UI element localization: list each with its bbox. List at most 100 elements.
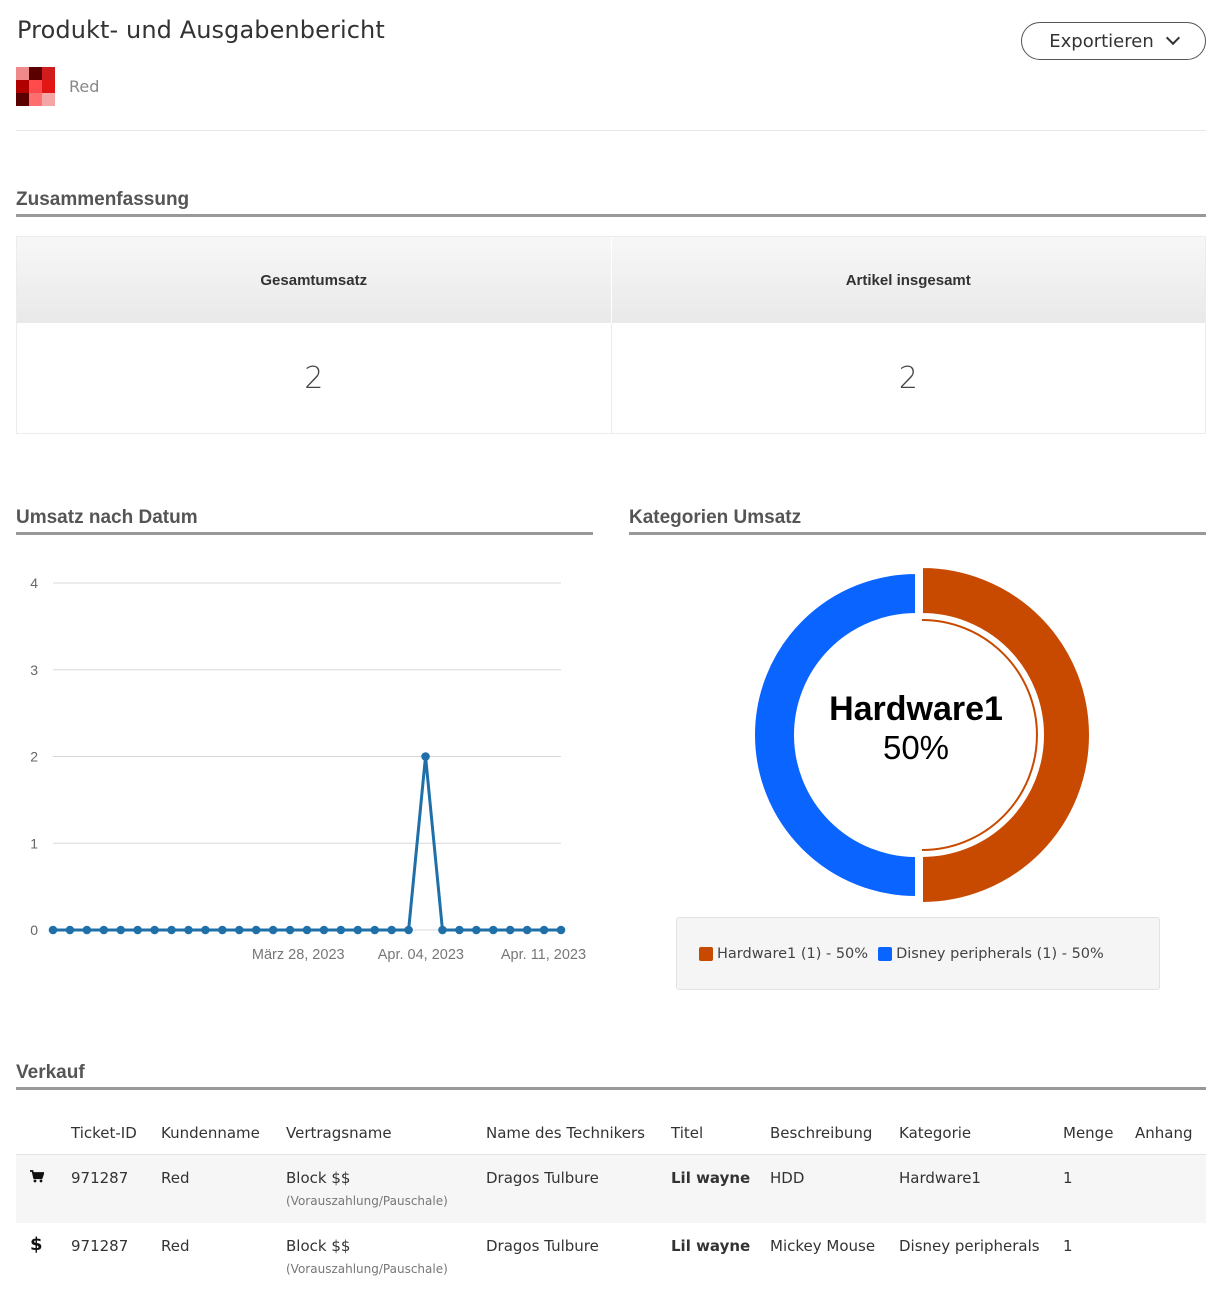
col-header-title[interactable]: Titel xyxy=(671,1112,770,1155)
cell-ticket-id[interactable]: 971287 xyxy=(71,1154,161,1223)
cell-description: Mickey Mouse xyxy=(770,1237,876,1255)
data-point[interactable] xyxy=(539,925,549,935)
legend-label: Disney peripherals (1) - 50% xyxy=(896,945,1104,962)
cell-quantity: 1 xyxy=(1063,1237,1073,1255)
col-header-description[interactable]: Beschreibung xyxy=(770,1112,899,1155)
page-title: Produkt- und Ausgabenbericht xyxy=(17,16,385,44)
donut-center-label: Hardware1 xyxy=(829,690,1003,728)
donut-center-percent: 50% xyxy=(882,729,950,766)
legend-item-disney-peripherals[interactable]: Disney peripherals (1) - 50% xyxy=(878,946,1104,962)
section-title-category-revenue: Kategorien Umsatz xyxy=(629,507,1206,535)
data-point[interactable] xyxy=(184,925,193,935)
data-point[interactable] xyxy=(201,925,210,935)
data-point[interactable] xyxy=(48,925,58,935)
cell-category: Disney peripherals xyxy=(899,1237,1040,1255)
cell-contract: Block $$ (Vorauszahlung/Pauschale) xyxy=(286,1154,486,1223)
col-header-attachment[interactable]: Anhang xyxy=(1135,1112,1206,1155)
cell-technician: Dragos Tulbure xyxy=(486,1237,599,1255)
donut-center: Hardware1 50% xyxy=(796,690,1036,767)
table-header-row: Ticket-ID Kundenname Vertragsname Name d… xyxy=(16,1112,1206,1155)
col-header-contract[interactable]: Vertragsname xyxy=(286,1112,486,1155)
data-point[interactable] xyxy=(421,752,430,761)
data-point[interactable] xyxy=(167,925,176,935)
cell-attachment xyxy=(1135,1154,1206,1223)
table-row[interactable]: $ 971287 Red Block $$ (Vorauszahlung/Pau… xyxy=(16,1223,1206,1292)
col-header-quantity[interactable]: Menge xyxy=(1063,1112,1135,1155)
data-point[interactable] xyxy=(387,925,396,935)
data-point[interactable] xyxy=(438,925,447,935)
avatar-pixel xyxy=(16,80,29,93)
cell-technician: Dragos Tulbure xyxy=(486,1168,599,1187)
y-tick-label: 3 xyxy=(30,662,38,678)
contract-name: Block $$ xyxy=(286,1237,351,1255)
data-point[interactable] xyxy=(150,925,159,935)
cell-customer: Red xyxy=(161,1237,190,1255)
data-point[interactable] xyxy=(116,925,126,935)
avatar-pixel xyxy=(29,93,42,106)
data-point[interactable] xyxy=(370,925,380,935)
data-point[interactable] xyxy=(455,925,464,935)
table-row[interactable]: 971287 Red Block $$ (Vorauszahlung/Pausc… xyxy=(16,1154,1206,1223)
data-point[interactable] xyxy=(522,925,532,935)
avatar xyxy=(16,67,55,106)
data-point[interactable] xyxy=(472,925,481,935)
data-point[interactable] xyxy=(556,925,566,935)
data-point[interactable] xyxy=(285,925,295,935)
avatar-pixel xyxy=(42,93,55,106)
data-point[interactable] xyxy=(251,925,261,935)
customer-name[interactable]: Red xyxy=(69,77,99,96)
avatar-pixel xyxy=(29,67,42,80)
data-point[interactable] xyxy=(99,925,109,935)
cell-description: HDD xyxy=(770,1168,805,1187)
y-tick-label: 1 xyxy=(30,835,38,851)
y-tick-label: 0 xyxy=(30,922,38,938)
data-point[interactable] xyxy=(353,925,363,935)
col-header-ticket-id[interactable]: Ticket-ID xyxy=(71,1112,161,1155)
cell-contract: Block $$ (Vorauszahlung/Pauschale) xyxy=(286,1223,486,1292)
data-point[interactable] xyxy=(234,925,244,935)
data-point[interactable] xyxy=(319,925,329,935)
data-point[interactable] xyxy=(505,925,515,935)
summary-table: Gesamtumsatz Artikel insgesamt 2 2 xyxy=(16,236,1206,434)
data-point[interactable] xyxy=(133,925,142,935)
cell-ticket-id[interactable]: 971287 xyxy=(71,1223,161,1292)
col-header-category[interactable]: Kategorie xyxy=(899,1112,1063,1155)
data-point[interactable] xyxy=(302,925,312,935)
summary-header-total-revenue: Gesamtumsatz xyxy=(17,237,612,323)
cell-attachment xyxy=(1135,1223,1206,1292)
divider xyxy=(16,130,1206,131)
legend-item-hardware1[interactable]: Hardware1 (1) - 50% xyxy=(699,946,868,962)
data-point[interactable] xyxy=(488,925,498,935)
section-title-summary: Zusammenfassung xyxy=(16,189,1206,217)
legend-label: Hardware1 (1) - 50% xyxy=(717,945,869,962)
contract-type: (Vorauszahlung/Pauschale) xyxy=(286,1193,448,1208)
data-point[interactable] xyxy=(65,925,75,935)
export-button[interactable]: Exportieren xyxy=(1021,22,1206,60)
contract-name: Block $$ xyxy=(286,1168,351,1187)
avatar-pixel xyxy=(29,80,42,93)
data-point[interactable] xyxy=(82,925,92,935)
data-point[interactable] xyxy=(218,925,227,935)
cell-title: Lil wayne xyxy=(671,1168,751,1187)
x-tick-label: Apr. 11, 2023 xyxy=(501,947,586,963)
legend-swatch xyxy=(699,946,713,961)
summary-value-total-items: 2 xyxy=(898,360,918,396)
data-point[interactable] xyxy=(404,925,413,935)
col-header-technician[interactable]: Name des Technikers xyxy=(486,1112,671,1155)
revenue-line-chart: 0 1 2 3 4 März 28, 2023 Apr. 04, 2023 Apr. 11, … xyxy=(30,575,586,963)
data-point[interactable] xyxy=(336,925,346,935)
export-button-label: Exportieren xyxy=(1049,30,1154,52)
x-tick-label: Apr. 04, 2023 xyxy=(378,947,464,963)
cell-category: Hardware1 xyxy=(899,1168,981,1187)
avatar-pixel xyxy=(16,93,29,106)
section-title-revenue-by-date: Umsatz nach Datum xyxy=(16,507,593,535)
dollar-icon: $ xyxy=(30,1234,43,1255)
avatar-pixel xyxy=(42,80,55,93)
summary-value-total-revenue: 2 xyxy=(17,323,612,433)
data-point[interactable] xyxy=(268,925,278,935)
y-tick-label: 4 xyxy=(30,575,38,591)
col-header-customer[interactable]: Kundenname xyxy=(161,1112,286,1155)
summary-header-total-items: Artikel insgesamt xyxy=(845,271,971,289)
chevron-down-icon xyxy=(1165,30,1180,46)
avatar-pixel xyxy=(16,67,29,80)
